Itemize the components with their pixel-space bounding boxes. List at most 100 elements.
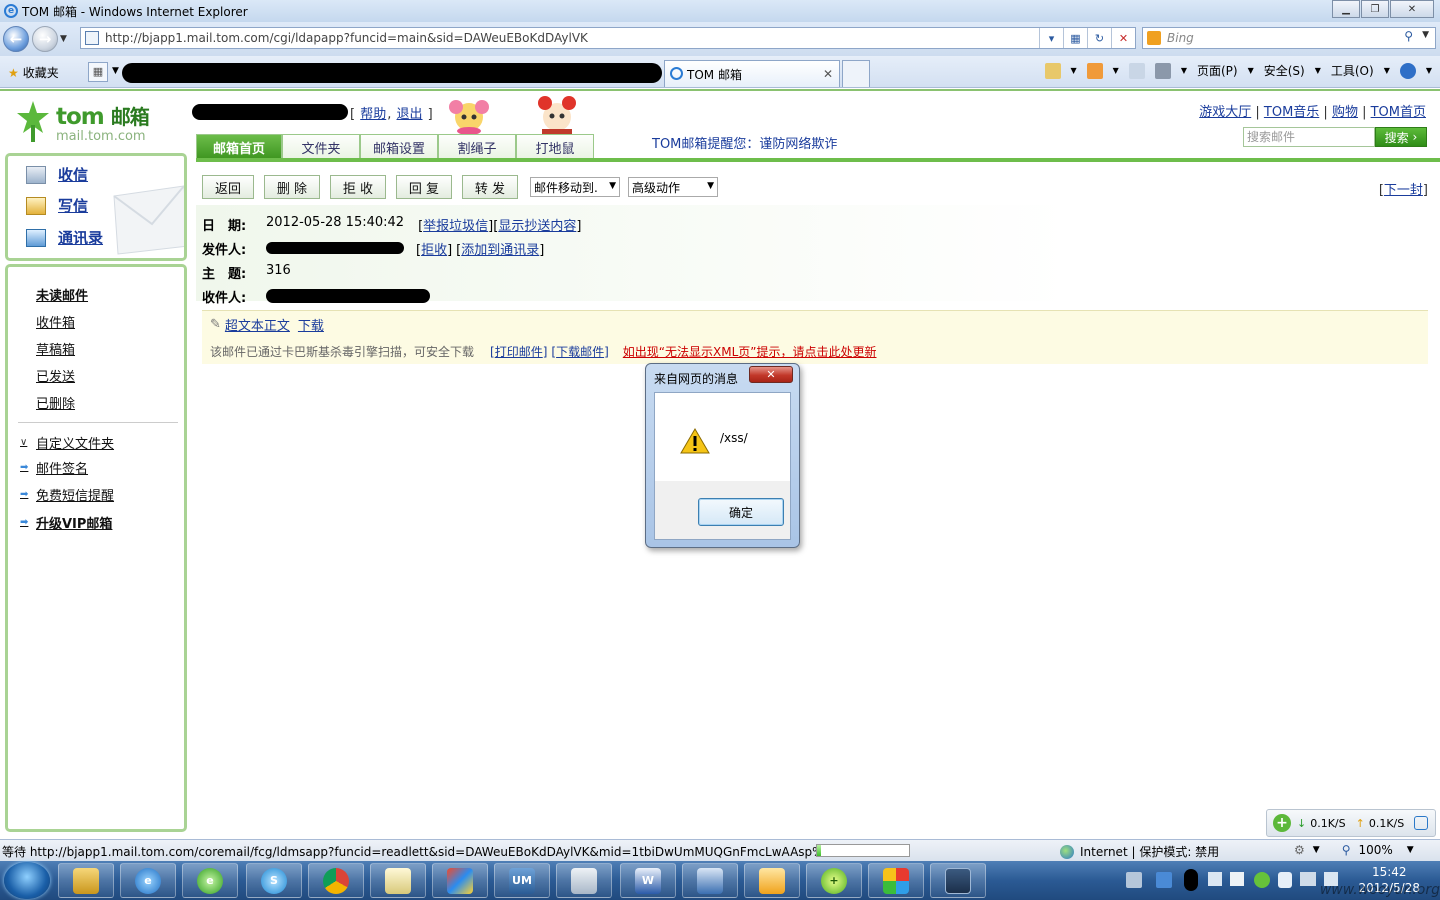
refresh-icon[interactable]: ↻ xyxy=(1087,28,1111,48)
device-icon[interactable] xyxy=(1208,872,1222,886)
home-icon[interactable] xyxy=(1044,62,1061,79)
um-tray-icon[interactable] xyxy=(1156,872,1172,888)
upgrade-vip-link[interactable]: ➡ 升级VIP邮箱 xyxy=(20,513,112,532)
whack-mole-mascot-icon[interactable] xyxy=(534,95,580,135)
next-mail-link[interactable]: [下一封] xyxy=(1379,179,1428,198)
top-link-games[interactable]: 游戏大厅 xyxy=(1199,105,1251,120)
tab-folders[interactable]: 文件夹 xyxy=(282,134,360,159)
sidebar-contacts-link[interactable]: 通讯录 xyxy=(26,227,103,248)
home-dropdown-icon[interactable]: ▼ xyxy=(1071,66,1077,75)
taskbar-chrome[interactable] xyxy=(308,863,364,898)
taskbar-explorer[interactable] xyxy=(58,863,114,898)
help-link[interactable]: 帮助 xyxy=(360,107,386,122)
top-link-home[interactable]: TOM首页 xyxy=(1371,105,1426,120)
360-tray-icon[interactable] xyxy=(1254,872,1270,888)
mail-search-input[interactable]: 搜索邮件 xyxy=(1243,127,1375,147)
tab-list-dropdown-icon[interactable]: ▼ xyxy=(112,66,119,76)
forward-mail-button[interactable]: 转 发 xyxy=(462,175,518,199)
taskbar-grapher[interactable] xyxy=(930,863,986,898)
zoom-level[interactable]: 100% xyxy=(1358,843,1392,857)
tom-logo[interactable]: tom 邮箱 mail.tom.com xyxy=(14,99,174,147)
custom-folders-link[interactable]: ∨ 自定义文件夹 xyxy=(20,433,114,452)
sidebar-inbox-link[interactable]: 收信 xyxy=(26,164,88,185)
top-link-music[interactable]: TOM音乐 xyxy=(1264,105,1319,120)
reject-button[interactable]: 拒 收 xyxy=(330,175,386,199)
mail-search-button[interactable]: 搜索 › xyxy=(1375,127,1427,147)
download-body-link[interactable]: 下载 xyxy=(298,315,324,334)
dialog-ok-button[interactable]: 确定 xyxy=(698,498,784,526)
print-icon[interactable] xyxy=(1154,62,1171,79)
safety-menu[interactable]: 安全(S) xyxy=(1264,62,1305,79)
reject-sender-link[interactable]: 拒收 xyxy=(421,243,447,258)
taskbar-skype[interactable]: S xyxy=(246,863,302,898)
print-mail-link[interactable]: 打印邮件 xyxy=(495,345,543,359)
shield-icon[interactable] xyxy=(1278,872,1292,888)
folder-inbox[interactable]: 收件箱 xyxy=(36,312,75,331)
folder-drafts[interactable]: 草稿箱 xyxy=(36,339,75,358)
mail-icon[interactable] xyxy=(1128,62,1145,79)
taskbar-word[interactable]: W xyxy=(620,863,676,898)
network-tray-icon[interactable] xyxy=(1300,872,1316,886)
recent-pages-dropdown-icon[interactable]: ▼ xyxy=(60,34,67,44)
search-dropdown-icon[interactable]: ▼ xyxy=(1422,30,1429,40)
minimize-button[interactable]: ▁ xyxy=(1332,0,1360,18)
security-zone[interactable]: Internet | 保护模式: 禁用 xyxy=(1060,843,1219,860)
taskbar-ie-green[interactable]: e xyxy=(182,863,238,898)
show-cc-link[interactable]: 显示抄送内容 xyxy=(498,219,576,234)
report-spam-link[interactable]: 举报垃圾信 xyxy=(423,219,488,234)
taskbar-outlook[interactable] xyxy=(744,863,800,898)
popup-blocker-icon[interactable]: ⚙ xyxy=(1294,843,1305,857)
favorites-button[interactable]: 收藏夹 xyxy=(8,64,59,81)
taskbar-notepad[interactable] xyxy=(370,863,426,898)
new-tab-button[interactable] xyxy=(842,60,870,87)
cut-rope-mascot-icon[interactable] xyxy=(444,97,494,135)
advanced-actions-select[interactable]: 高级动作 ▼ xyxy=(628,177,718,197)
signature-link[interactable]: ➡ 邮件签名 xyxy=(20,458,88,477)
tab-settings[interactable]: 邮箱设置 xyxy=(360,134,438,159)
keyboard-icon[interactable] xyxy=(1126,872,1142,888)
taskbar-ie[interactable]: e xyxy=(120,863,176,898)
taskbar-gallery[interactable] xyxy=(868,863,924,898)
rss-dropdown-icon[interactable]: ▼ xyxy=(1113,66,1119,75)
xml-update-link[interactable]: 如出现“无法显示XML页”提示，请点击此处更新 xyxy=(623,343,877,360)
page-menu[interactable]: 页面(P) xyxy=(1197,62,1238,79)
top-link-shopping[interactable]: 购物 xyxy=(1332,105,1358,120)
tab-mail-home[interactable]: 邮箱首页 xyxy=(196,134,282,159)
taskbar-docs[interactable] xyxy=(556,863,612,898)
stop-icon[interactable]: ✕ xyxy=(1111,28,1135,48)
back-button[interactable]: ← xyxy=(3,26,29,52)
maximize-button[interactable]: ❐ xyxy=(1361,0,1389,18)
delete-button[interactable]: 删 除 xyxy=(264,175,320,199)
flag-icon[interactable] xyxy=(1230,872,1244,886)
browser-tab-active[interactable]: TOM 邮箱 ✕ xyxy=(664,60,840,87)
reply-button[interactable]: 回 复 xyxy=(396,175,452,199)
tab-whack-mole[interactable]: 打地鼠 xyxy=(516,134,594,159)
add-contact-link[interactable]: 添加到通讯录 xyxy=(461,243,539,258)
download-mail-link[interactable]: 下载邮件 xyxy=(556,345,604,359)
hypertext-body-link[interactable]: 超文本正文 xyxy=(225,315,290,334)
popup-blocker-dropdown-icon[interactable]: ▼ xyxy=(1313,845,1320,855)
folder-deleted[interactable]: 已删除 xyxy=(36,393,75,412)
sms-reminder-link[interactable]: ➡ 免费短信提醒 xyxy=(20,485,114,504)
help-icon[interactable] xyxy=(1399,62,1416,79)
print-dropdown-icon[interactable]: ▼ xyxy=(1181,66,1187,75)
web-search-input[interactable]: Bing ⚲ ▼ xyxy=(1142,27,1436,49)
taskbar-360[interactable]: + xyxy=(806,863,862,898)
zoom-dropdown-icon[interactable]: ▼ xyxy=(1407,845,1414,855)
compat-view-icon[interactable]: ▦ xyxy=(1063,28,1087,48)
start-button[interactable] xyxy=(4,862,50,899)
folder-unread[interactable]: 未读邮件 xyxy=(36,285,88,304)
search-icon[interactable]: ⚲ xyxy=(1404,29,1413,43)
tab-cut-rope[interactable]: 割绳子 xyxy=(438,134,516,159)
taskbar-feather[interactable] xyxy=(432,863,488,898)
network-speed-widget[interactable]: + ↓ 0.1K/S ↑ 0.1K/S xyxy=(1266,809,1436,837)
back-to-list-button[interactable]: 返回 xyxy=(202,175,254,199)
close-window-button[interactable]: ✕ xyxy=(1390,0,1434,18)
taskbar-um[interactable]: UM xyxy=(494,863,550,898)
forward-button[interactable]: → xyxy=(32,26,58,52)
quick-tabs-icon[interactable]: ▦ xyxy=(88,62,108,82)
sidebar-compose-link[interactable]: 写信 xyxy=(26,195,88,216)
rss-icon[interactable] xyxy=(1086,62,1103,79)
logout-link[interactable]: 退出 xyxy=(397,107,423,122)
folder-sent[interactable]: 已发送 xyxy=(36,366,75,385)
